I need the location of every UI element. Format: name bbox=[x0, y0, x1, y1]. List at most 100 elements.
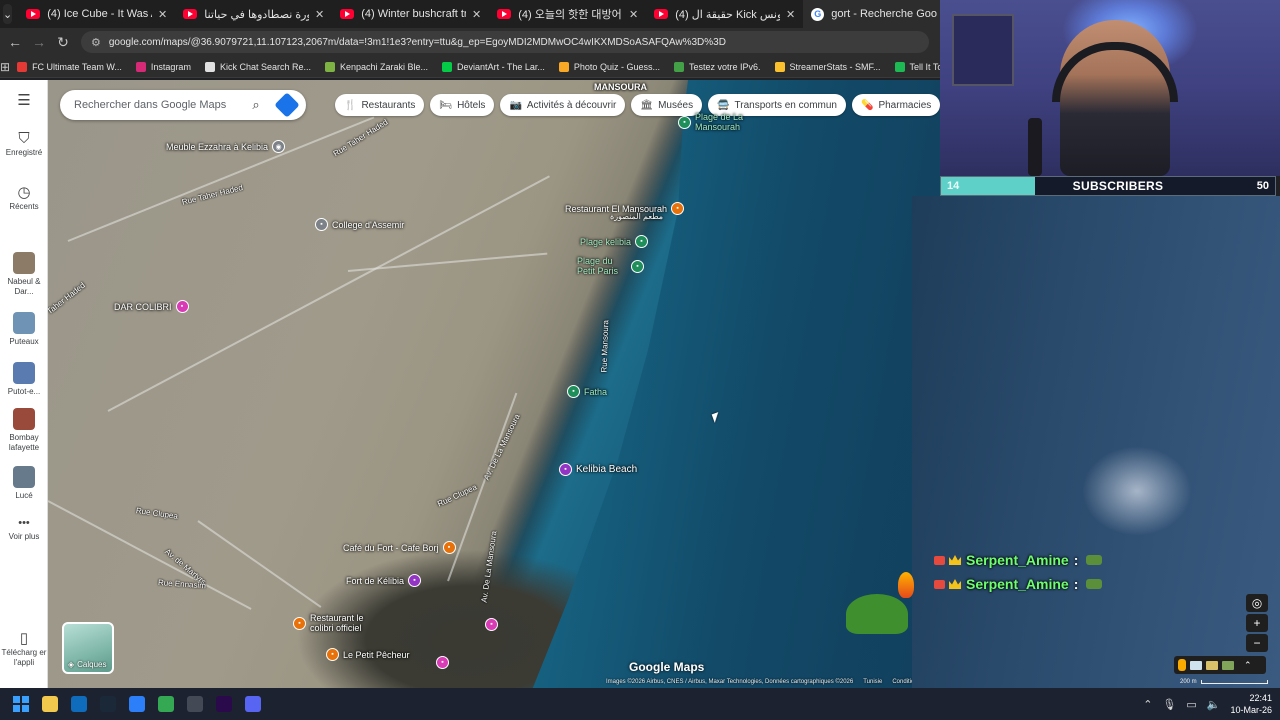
bookmark-item[interactable]: Testez votre IPv6. bbox=[667, 61, 768, 72]
saved-button[interactable]: ⛉ Enregistré bbox=[0, 131, 48, 158]
apps-grid-icon[interactable]: ⊞ bbox=[0, 60, 10, 74]
beach-pin-icon: ▪ bbox=[567, 385, 580, 398]
recent-place[interactable]: Puteaux bbox=[0, 312, 48, 347]
road bbox=[107, 175, 550, 412]
taskbar-app[interactable] bbox=[35, 688, 64, 720]
place-fort-de-kelibia[interactable]: Fort de Kélibia ▪ bbox=[342, 574, 422, 587]
place-plage-petit-paris[interactable]: Plage du Petit Paris ▪ bbox=[573, 256, 644, 276]
recent-place-label: Putot-e... bbox=[7, 387, 41, 396]
close-tab-icon[interactable]: ✕ bbox=[786, 8, 795, 21]
recent-button[interactable]: ◷ Récents bbox=[0, 185, 48, 212]
download-app-button[interactable]: ▯ Télécharg er l'appli bbox=[0, 631, 48, 668]
layers-button[interactable]: ◈ Calques bbox=[62, 622, 114, 674]
map-scale: 200 m bbox=[1180, 679, 1268, 685]
taskbar-app[interactable] bbox=[180, 688, 209, 720]
place-plage-mansourah[interactable]: ▪ Plage de La Mansourah bbox=[678, 112, 769, 132]
microphone-icon[interactable]: 🎙 bbox=[1162, 698, 1176, 711]
close-tab-icon[interactable]: ✕ bbox=[629, 8, 638, 21]
taskbar-app[interactable] bbox=[209, 688, 238, 720]
tab-list: (4) Ice Cube - It Was A Good Da✕أكبر قار… bbox=[18, 0, 961, 28]
category-chip[interactable]: 💊 Pharmacies bbox=[852, 94, 940, 116]
tray-overflow-icon[interactable]: ⌃ bbox=[1143, 698, 1152, 711]
place-college-assemir[interactable]: ▪ College d'Assemir bbox=[315, 218, 408, 231]
browser-tab[interactable]: (4) حقيقة ال Kick في تونس ! - e ✕ bbox=[646, 0, 803, 28]
flame-icon bbox=[898, 572, 914, 598]
zoom-out-button[interactable]: − bbox=[1246, 634, 1268, 652]
browser-tab[interactable]: Ggort - Recherche Google✕ bbox=[803, 0, 961, 28]
recent-place[interactable]: Nabeul & Dar... bbox=[0, 252, 48, 297]
beach-pin-icon: ▪ bbox=[631, 259, 644, 273]
recent-place[interactable]: Putot-e... bbox=[0, 362, 48, 397]
back-icon[interactable]: ← bbox=[3, 34, 27, 50]
place-dar-colibri[interactable]: DAR COLIBRI ▪ bbox=[110, 300, 189, 313]
bookmark-item[interactable]: Kenpachi Zaraki Ble... bbox=[318, 61, 435, 72]
place-unnamed-pin[interactable]: ▪ bbox=[485, 618, 498, 631]
taskbar-app[interactable] bbox=[93, 688, 122, 720]
place-le-petit-pecheur[interactable]: ▪ Le Petit Pêcheur bbox=[326, 648, 414, 661]
browser-tab[interactable]: (4) 오늘의 핫한 대방어 회 한진 ✕ bbox=[489, 0, 646, 28]
map-canvas[interactable]: Rechercher dans Google Maps ⌕ 🍴 Restauran… bbox=[48, 80, 940, 688]
chip-label: Activités à découvrir bbox=[526, 99, 617, 111]
site-info-icon[interactable]: ⚙ bbox=[91, 36, 101, 49]
category-chip[interactable]: 🍴 Restaurants bbox=[335, 94, 425, 116]
place-unnamed-pin[interactable]: ▪ bbox=[436, 656, 449, 669]
bookmark-item[interactable]: Instagram bbox=[129, 61, 198, 72]
hotel-pin-icon: ▪ bbox=[175, 300, 189, 313]
imagery-thumb[interactable] bbox=[1222, 660, 1234, 670]
taskbar-apps bbox=[35, 688, 267, 720]
place-fatha[interactable]: ▪ Fatha bbox=[567, 385, 611, 398]
more-button[interactable]: ••• Voir plus bbox=[0, 518, 48, 542]
taskbar-app[interactable] bbox=[64, 688, 93, 720]
bookmark-item[interactable]: StreamerStats - SMF... bbox=[768, 61, 888, 72]
start-button[interactable] bbox=[6, 688, 35, 720]
street-label: Taher Haded bbox=[48, 280, 87, 317]
taskbar-app[interactable] bbox=[151, 688, 180, 720]
recent-place[interactable]: Lucé bbox=[0, 466, 48, 501]
bookmark-favicon-icon bbox=[17, 61, 28, 72]
taskbar-app[interactable] bbox=[122, 688, 151, 720]
close-tab-icon[interactable]: ✕ bbox=[158, 8, 167, 21]
bookmark-item[interactable]: Kick Chat Search Re... bbox=[198, 61, 318, 72]
place-plage-kelibia[interactable]: Plage kelibia ▪ bbox=[576, 235, 649, 248]
forward-icon[interactable]: → bbox=[27, 34, 51, 50]
address-bar[interactable]: ⚙ google.com/maps/@36.9079721,11.107123,… bbox=[81, 31, 929, 53]
clock[interactable]: 22:41 10-Mar-26 bbox=[1230, 692, 1272, 716]
expand-icon[interactable]: ⌃ bbox=[1244, 660, 1252, 671]
menu-button[interactable]: ☰ bbox=[0, 93, 48, 110]
place-restaurant-colibri[interactable]: ▪ Restaurant le colibri officiel bbox=[293, 613, 374, 633]
tab-title: (4) حقيقة ال Kick في تونس ! - e bbox=[675, 8, 780, 21]
search-icon[interactable]: ⌕ bbox=[244, 97, 268, 113]
reload-icon[interactable]: ↻ bbox=[51, 34, 75, 51]
place-label: Café du Fort - Cafe Borj bbox=[343, 542, 439, 553]
place-meuble-ezzahra[interactable]: Meuble Ezzahra à Kelibia ◉ bbox=[162, 140, 286, 153]
attribution-item[interactable]: Tunisie bbox=[863, 679, 882, 688]
chat-separator: : bbox=[1073, 552, 1079, 568]
imagery-thumb[interactable] bbox=[1190, 660, 1202, 670]
my-location-icon[interactable]: ◎ bbox=[1246, 594, 1268, 612]
tab-search-button[interactable]: ⌄ bbox=[3, 4, 13, 24]
taskbar-app[interactable] bbox=[238, 688, 267, 720]
bookmark-item[interactable]: FC Ultimate Team W... bbox=[10, 61, 129, 72]
browser-tab[interactable]: أكبر قارورة نصطادوها في حياتنا ✕ bbox=[175, 0, 332, 28]
directions-icon[interactable] bbox=[274, 92, 300, 118]
close-tab-icon[interactable]: ✕ bbox=[315, 8, 324, 21]
network-icon[interactable]: ▭ bbox=[1186, 698, 1196, 711]
place-kelibia-beach[interactable]: ▪ Kelibia Beach bbox=[559, 463, 641, 476]
imagery-thumb[interactable] bbox=[1206, 660, 1218, 670]
bookmark-item[interactable]: DeviantArt - The Lar... bbox=[435, 61, 552, 72]
search-box[interactable]: Rechercher dans Google Maps ⌕ bbox=[60, 90, 306, 120]
volume-icon[interactable]: 🔈 bbox=[1207, 698, 1221, 711]
recent-place[interactable]: Bombay lafayette bbox=[0, 408, 48, 453]
clock-date: 10-Mar-26 bbox=[1230, 705, 1272, 715]
category-chip[interactable]: 🛏 Hôtels bbox=[430, 94, 495, 116]
zoom-in-button[interactable]: + bbox=[1246, 614, 1268, 632]
close-tab-icon[interactable]: ✕ bbox=[472, 8, 481, 21]
browser-tab[interactable]: (4) Ice Cube - It Was A Good Da ✕ bbox=[18, 0, 175, 28]
place-cafe-du-fort[interactable]: Café du Fort - Cafe Borj ▪ bbox=[339, 541, 456, 554]
bookmark-item[interactable]: Photo Quiz - Guess... bbox=[552, 61, 667, 72]
search-input[interactable]: Rechercher dans Google Maps bbox=[74, 99, 244, 111]
pegman-icon[interactable] bbox=[1178, 659, 1186, 671]
category-chip[interactable]: 📷 Activités à découvrir bbox=[500, 94, 626, 116]
chat-emote-icon bbox=[1086, 579, 1103, 589]
browser-tab[interactable]: (4) Winter bushcraft trip - canv ✕ bbox=[332, 0, 489, 28]
